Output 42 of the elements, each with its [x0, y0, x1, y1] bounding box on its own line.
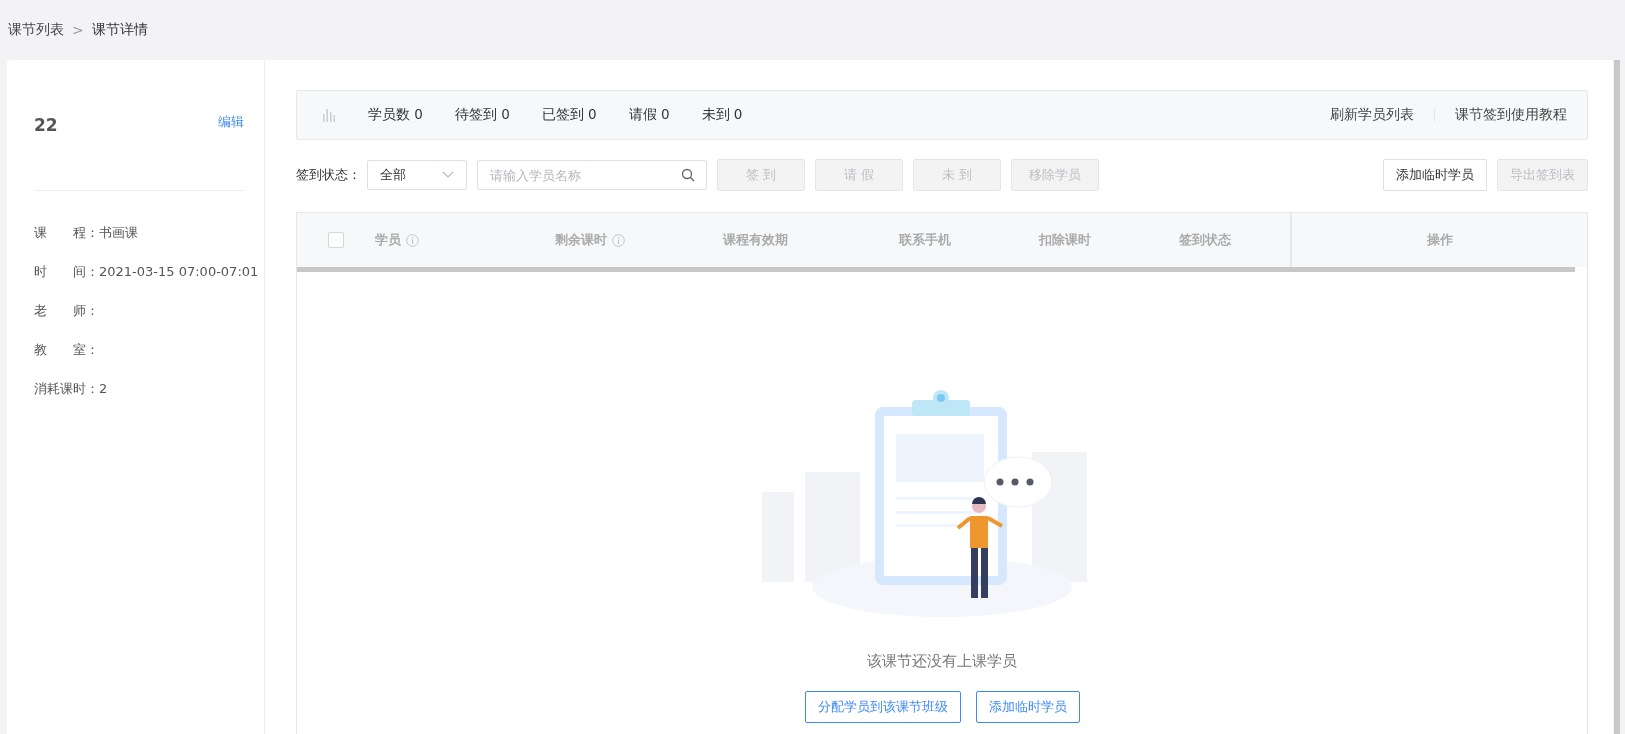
field-label: 消耗课时： [34, 379, 99, 398]
outline-button[interactable]: 添加临时学员 [975, 691, 1080, 723]
stat-count: 已签到 0 [541, 106, 597, 124]
toolbar-link[interactable]: 刷新学员列表 [1330, 106, 1414, 124]
column-header: 扣除课时 [1039, 231, 1091, 249]
field-label: 课 程： [34, 223, 99, 242]
stat-count: 学员数 0 [368, 106, 423, 124]
column-header: 联系手机 [899, 231, 951, 249]
breadcrumb-separator: > [72, 22, 84, 38]
field-label: 时 间： [34, 262, 99, 281]
lesson-title: 22 [34, 115, 58, 135]
field-label: 教 室： [34, 340, 99, 359]
scrollbar[interactable] [1614, 60, 1620, 734]
field-value: 书画课 [99, 223, 138, 242]
empty-message: 该课节还没有上课学员 [867, 652, 1017, 671]
filter-label: 签到状态： [296, 166, 361, 184]
column-header: 操作 [1426, 231, 1453, 249]
search-icon [681, 168, 695, 182]
field-label: 老 师： [34, 301, 99, 320]
field-value: 2021-03-15 07:00-07:01 [99, 264, 259, 279]
column-header: 签到状态 [1179, 231, 1231, 249]
column-header: 学员 [375, 231, 401, 249]
select-all-checkbox[interactable] [328, 232, 344, 248]
breadcrumb-item[interactable]: 课节列表 [8, 21, 64, 39]
column-header: 课程有效期 [722, 231, 788, 249]
info-icon [612, 233, 625, 247]
toolbar-link[interactable]: 课节签到使用教程 [1455, 106, 1567, 124]
action-button[interactable]: 添加临时学员 [1383, 159, 1487, 191]
search-field[interactable]: 请输入学员名称 [477, 160, 707, 190]
scrollbar[interactable] [297, 267, 1575, 272]
info-icon [406, 233, 419, 247]
field-value: 2 [99, 381, 108, 396]
stat-count: 请假 0 [628, 106, 670, 124]
edit-link[interactable]: 编辑 [218, 113, 244, 131]
breadcrumb-item: 课节详情 [91, 21, 148, 39]
column-header: 剩余课时 [555, 231, 607, 249]
stat-count: 未到 0 [701, 106, 743, 124]
bar-chart-icon [322, 108, 336, 122]
outline-button[interactable]: 分配学员到该课节班级 [804, 691, 961, 723]
stat-count: 待签到 0 [454, 106, 510, 124]
chevron-down-icon [442, 171, 454, 179]
status-select[interactable]: 全部 [367, 160, 467, 190]
